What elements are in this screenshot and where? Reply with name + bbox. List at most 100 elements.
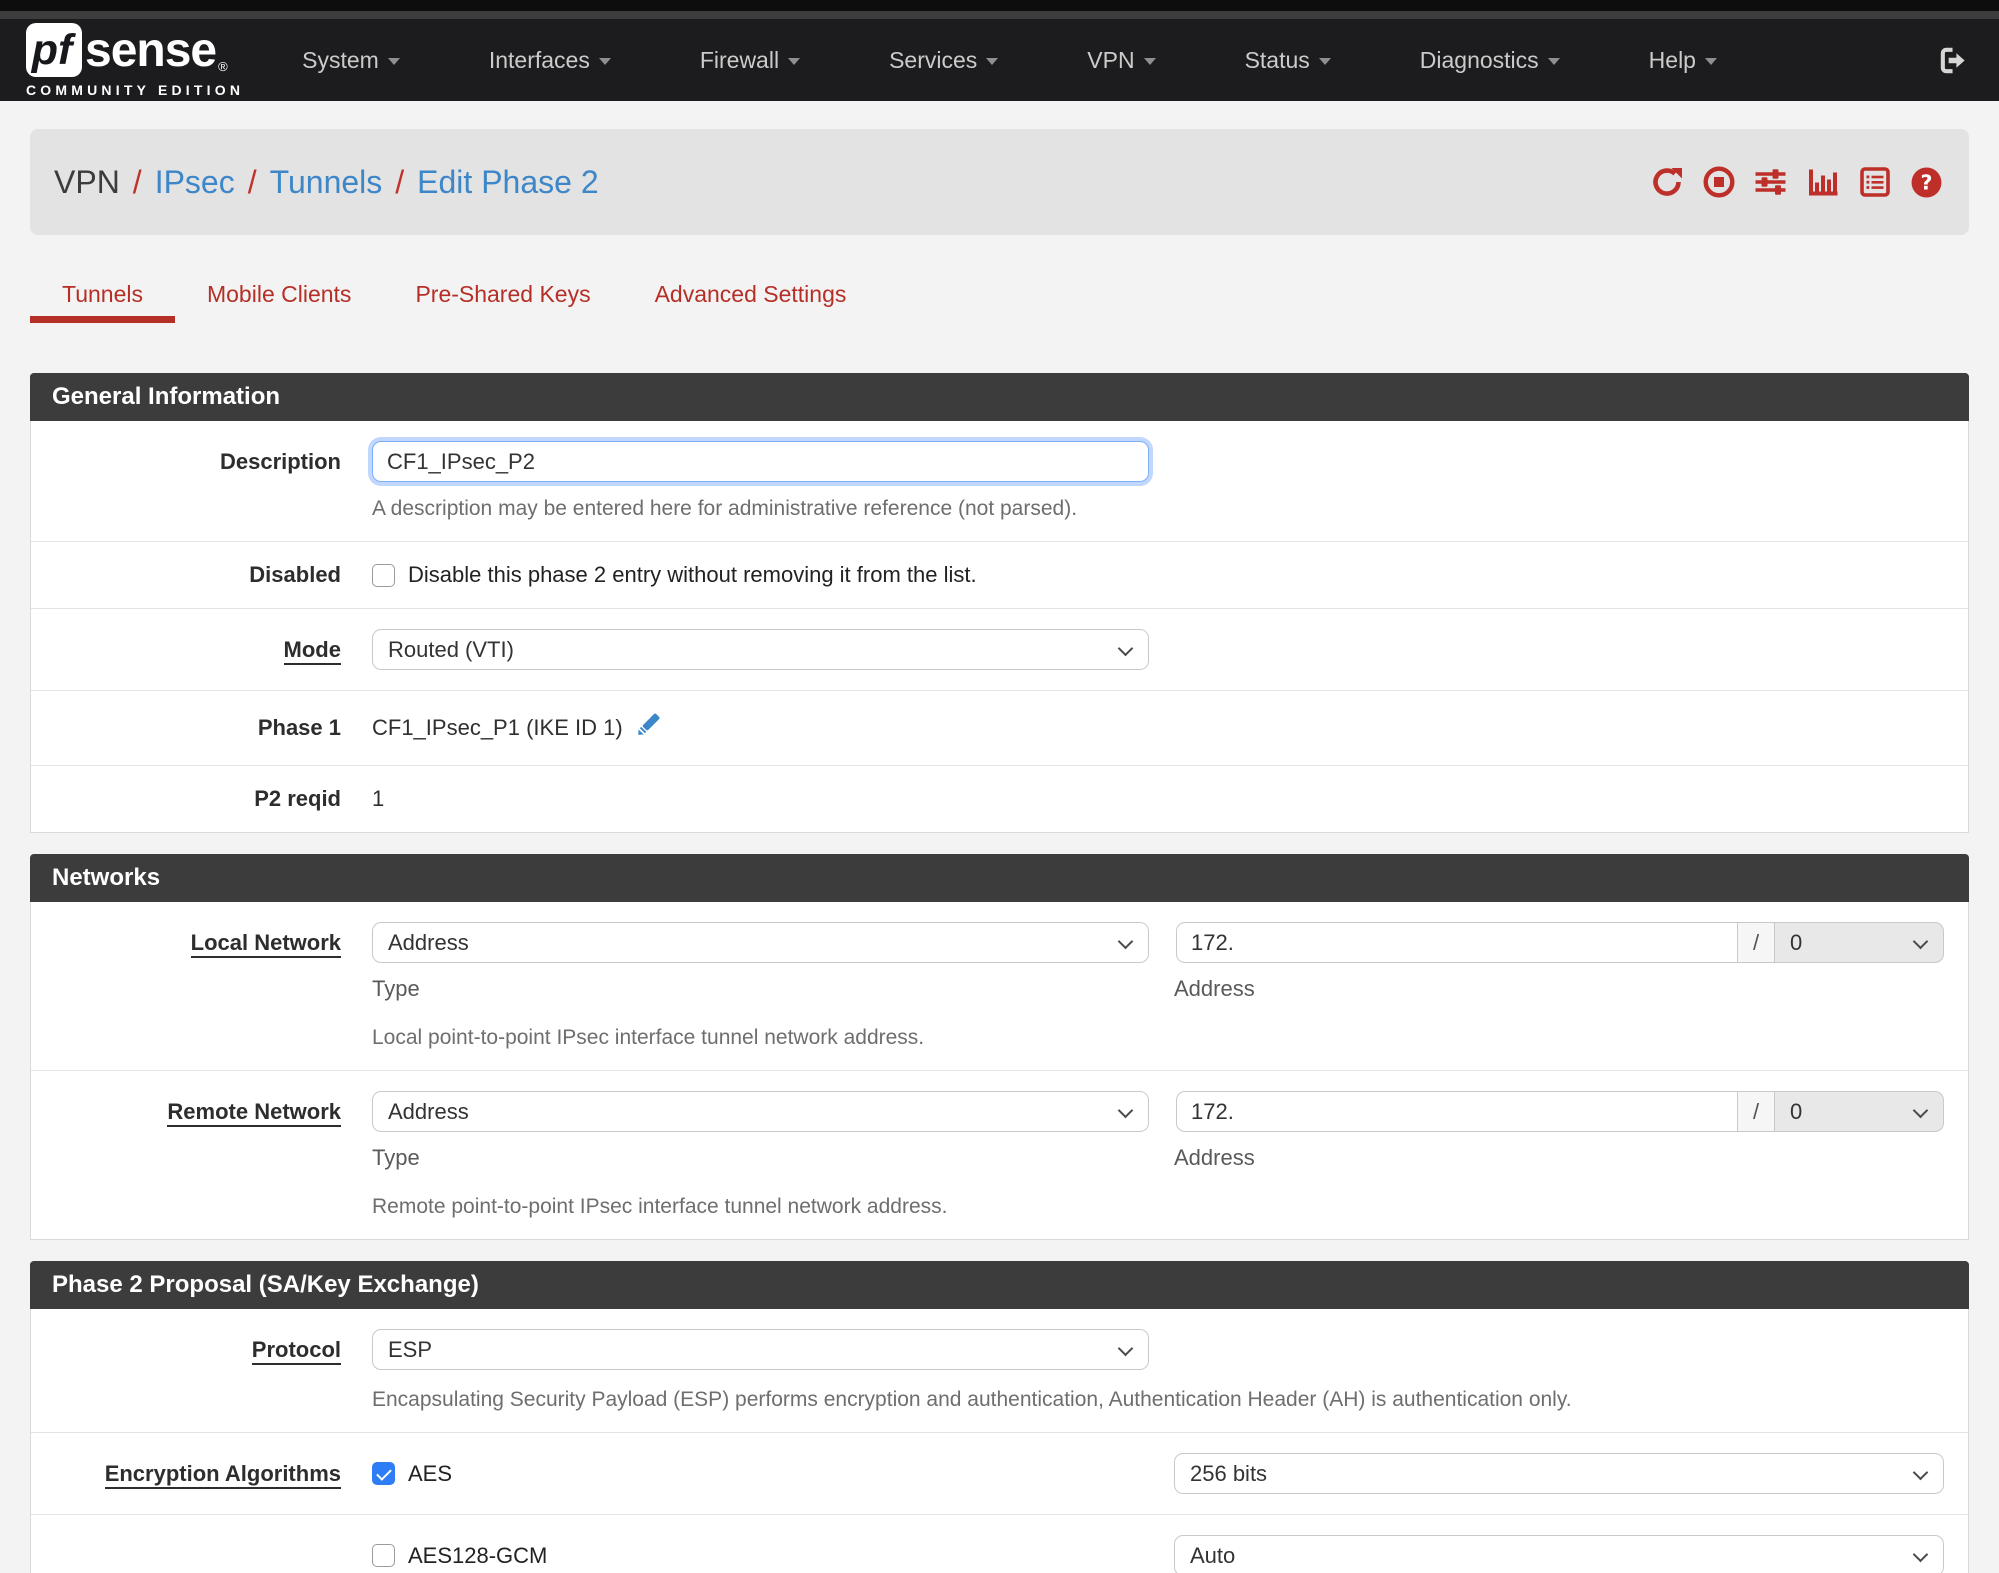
local-network-address-group: / 0 bbox=[1176, 922, 1944, 963]
help-icon[interactable]: ? bbox=[1910, 166, 1943, 199]
page-action-icons: ? bbox=[1650, 166, 1943, 199]
tab-advanced-settings[interactable]: Advanced Settings bbox=[623, 275, 879, 323]
local-network-label: Local Network bbox=[190, 930, 341, 958]
disabled-label: Disabled bbox=[249, 562, 341, 587]
remote-network-line: Address / 0 bbox=[372, 1091, 1944, 1132]
local-network-row: Local Network Address / 0 bbox=[31, 902, 1968, 1070]
refresh-icon[interactable] bbox=[1650, 166, 1683, 199]
menu-status[interactable]: Status bbox=[1245, 47, 1331, 74]
svg-text:?: ? bbox=[1921, 170, 1933, 194]
local-network-cidr-select[interactable]: 0 bbox=[1774, 922, 1944, 963]
section-body-general: Description A description may be entered… bbox=[30, 421, 1969, 833]
stop-circle-icon[interactable] bbox=[1702, 166, 1735, 199]
type-caption: Type bbox=[372, 976, 420, 1001]
chevron-down-icon bbox=[1912, 1546, 1929, 1563]
remote-network-label: Remote Network bbox=[167, 1099, 341, 1127]
section-header-networks: Networks bbox=[30, 854, 1969, 902]
section-header-proposal: Phase 2 Proposal (SA/Key Exchange) bbox=[30, 1261, 1969, 1309]
remote-network-cidr-select[interactable]: 0 bbox=[1774, 1091, 1944, 1132]
aes128-gcm-checkbox-label: AES128-GCM bbox=[408, 1542, 548, 1568]
remote-network-address-group: / 0 bbox=[1176, 1091, 1944, 1132]
protocol-help: Encapsulating Security Payload (ESP) per… bbox=[372, 1388, 1572, 1411]
cidr-separator: / bbox=[1737, 1091, 1775, 1132]
breadcrumb: VPN / IPsec / Tunnels / Edit Phase 2 bbox=[54, 164, 599, 201]
protocol-select[interactable]: ESP bbox=[372, 1329, 1149, 1370]
disabled-checkbox[interactable] bbox=[372, 563, 395, 587]
menu-system[interactable]: System bbox=[302, 47, 400, 74]
encryption-row-aes: Encryption Algorithms AES 256 bits bbox=[31, 1432, 1968, 1514]
remote-network-type-value: Address bbox=[388, 1098, 469, 1124]
breadcrumb-ipsec[interactable]: IPsec bbox=[155, 164, 235, 201]
section-body-networks: Local Network Address / 0 bbox=[30, 902, 1969, 1240]
menu-interfaces[interactable]: Interfaces bbox=[489, 47, 611, 74]
p2-reqid-label: P2 reqid bbox=[254, 786, 341, 811]
bar-chart-icon[interactable] bbox=[1806, 166, 1839, 199]
disabled-checkbox-label: Disable this phase 2 entry without remov… bbox=[408, 562, 977, 587]
tab-mobile-clients[interactable]: Mobile Clients bbox=[175, 275, 383, 323]
section-phase2-proposal: Phase 2 Proposal (SA/Key Exchange) Proto… bbox=[30, 1261, 1969, 1573]
remote-network-control: Address / 0 Type bbox=[372, 1091, 1968, 1219]
menu-label: Interfaces bbox=[488, 46, 590, 73]
aes128-gcm-checkbox[interactable] bbox=[372, 1544, 395, 1567]
tab-pre-shared-keys[interactable]: Pre-Shared Keys bbox=[383, 275, 622, 323]
chevron-down-icon bbox=[1912, 1102, 1929, 1119]
aes128-gcm-key-length-select[interactable]: Auto bbox=[1174, 1535, 1944, 1573]
breadcrumb-tunnels[interactable]: Tunnels bbox=[270, 164, 383, 201]
mode-control: Routed (VTI) bbox=[372, 629, 1968, 670]
section-header-general: General Information bbox=[30, 373, 1969, 421]
chevron-down-icon bbox=[986, 58, 999, 65]
description-input[interactable] bbox=[372, 441, 1149, 482]
cidr-separator: / bbox=[1737, 922, 1775, 963]
local-network-cidr-value: 0 bbox=[1790, 929, 1803, 955]
encryption-row-aes128gcm: AES128-GCM Auto bbox=[31, 1514, 1968, 1573]
local-network-address-input[interactable] bbox=[1176, 922, 1738, 963]
breadcrumb-separator: / bbox=[132, 163, 142, 200]
description-label: Description bbox=[219, 449, 341, 474]
brand-registered-mark: ® bbox=[218, 58, 228, 74]
aes-key-length-select[interactable]: 256 bits bbox=[1174, 1453, 1944, 1494]
edit-pencil-icon[interactable] bbox=[634, 711, 662, 745]
mode-row: Mode Routed (VTI) bbox=[31, 608, 1968, 690]
sign-out-icon[interactable] bbox=[1938, 45, 1969, 76]
aes-checkbox-label: AES bbox=[408, 1460, 453, 1486]
remote-network-address-input[interactable] bbox=[1176, 1091, 1738, 1132]
menu-vpn[interactable]: VPN bbox=[1087, 47, 1156, 74]
list-icon[interactable] bbox=[1858, 166, 1891, 199]
menu-label: Status bbox=[1244, 46, 1310, 73]
remote-network-row: Remote Network Address / 0 bbox=[31, 1070, 1968, 1239]
pfsense-logo[interactable]: pf sense ® COMMUNITY EDITION bbox=[26, 23, 244, 98]
menu-label: Services bbox=[889, 46, 978, 73]
pf-logo-box: pf bbox=[26, 23, 82, 77]
tab-tunnels[interactable]: Tunnels bbox=[30, 275, 175, 323]
remote-network-cidr-value: 0 bbox=[1790, 1098, 1803, 1124]
tab-bar: Tunnels Mobile Clients Pre-Shared Keys A… bbox=[30, 275, 1969, 323]
menu-label: Help bbox=[1648, 46, 1696, 73]
breadcrumb-edit-phase-2[interactable]: Edit Phase 2 bbox=[417, 164, 598, 201]
mode-select-value: Routed (VTI) bbox=[388, 636, 514, 662]
local-network-type-value: Address bbox=[388, 929, 469, 955]
menu-diagnostics[interactable]: Diagnostics bbox=[1420, 47, 1560, 74]
aes-key-length-value: 256 bits bbox=[1190, 1460, 1268, 1486]
disabled-control: Disable this phase 2 entry without remov… bbox=[372, 562, 1968, 588]
menu-label: Firewall bbox=[699, 46, 780, 73]
main-menu: System Interfaces Firewall Services VPN … bbox=[302, 47, 1806, 74]
phase1-control: CF1_IPsec_P1 (IKE ID 1) bbox=[372, 711, 1968, 745]
p2-reqid-row: P2 reqid 1 bbox=[31, 765, 1968, 832]
local-network-type-select[interactable]: Address bbox=[372, 922, 1149, 963]
aes-checkbox[interactable] bbox=[372, 1462, 395, 1485]
menu-help[interactable]: Help bbox=[1649, 47, 1717, 74]
encryption-aes128gcm-control: AES128-GCM Auto bbox=[372, 1535, 1968, 1573]
chevron-down-icon bbox=[1143, 58, 1156, 65]
menu-services[interactable]: Services bbox=[889, 46, 999, 74]
window-title-strip bbox=[0, 11, 1999, 19]
mode-select[interactable]: Routed (VTI) bbox=[372, 629, 1149, 670]
remote-network-type-select[interactable]: Address bbox=[372, 1091, 1149, 1132]
menu-label: Diagnostics bbox=[1419, 46, 1539, 73]
protocol-control: ESP Encapsulating Security Payload (ESP)… bbox=[372, 1329, 1968, 1412]
chevron-down-icon bbox=[387, 58, 400, 65]
sliders-icon[interactable] bbox=[1754, 166, 1787, 199]
type-caption: Type bbox=[372, 1145, 420, 1170]
chevron-down-icon bbox=[1117, 1340, 1134, 1357]
address-caption: Address bbox=[1174, 1145, 1255, 1170]
menu-firewall[interactable]: Firewall bbox=[699, 46, 801, 74]
